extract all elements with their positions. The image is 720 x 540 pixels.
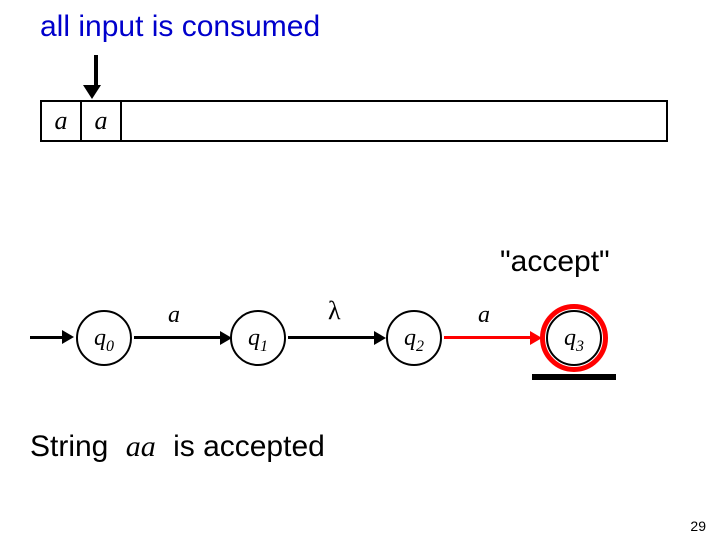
state-q2-name: q <box>404 325 416 351</box>
accept-underline <box>532 374 616 380</box>
transition-q2-q3 <box>444 336 530 339</box>
input-tape: a a <box>40 100 668 142</box>
conclusion-suffix: is accepted <box>173 430 325 463</box>
tape-cell-empty <box>122 102 666 140</box>
state-q3: q3 <box>546 310 602 366</box>
transition-q1-q2 <box>288 336 374 339</box>
automaton: q0 q1 q2 q3 a λ a <box>30 300 670 380</box>
accept-label: "accept" <box>500 245 610 279</box>
state-q2: q2 <box>386 310 442 366</box>
state-q2-sub: 2 <box>416 338 424 355</box>
start-arrow <box>30 334 76 342</box>
state-q1-sub: 1 <box>260 338 268 355</box>
state-q1: q1 <box>230 310 286 366</box>
conclusion-prefix: String <box>30 430 108 463</box>
state-q0-sub: 0 <box>106 338 114 355</box>
tape-cell-1: a <box>82 102 122 140</box>
tape-head-arrow <box>90 55 101 99</box>
state-q1-name: q <box>248 325 260 351</box>
transition-q0-q1 <box>134 336 220 339</box>
state-q0: q0 <box>76 310 132 366</box>
state-q0-name: q <box>94 325 106 351</box>
conclusion-line: String aa is accepted <box>30 430 325 464</box>
state-q3-sub: 3 <box>576 338 584 355</box>
tape-cell-0: a <box>42 102 82 140</box>
transition-label-01: a <box>168 302 180 329</box>
transition-label-12: λ <box>328 296 341 326</box>
slide-number: 29 <box>690 518 706 534</box>
transition-label-23: a <box>478 302 490 329</box>
conclusion-string: aa <box>117 430 165 464</box>
state-q3-name: q <box>564 325 576 351</box>
slide-title: all input is consumed <box>40 10 320 44</box>
